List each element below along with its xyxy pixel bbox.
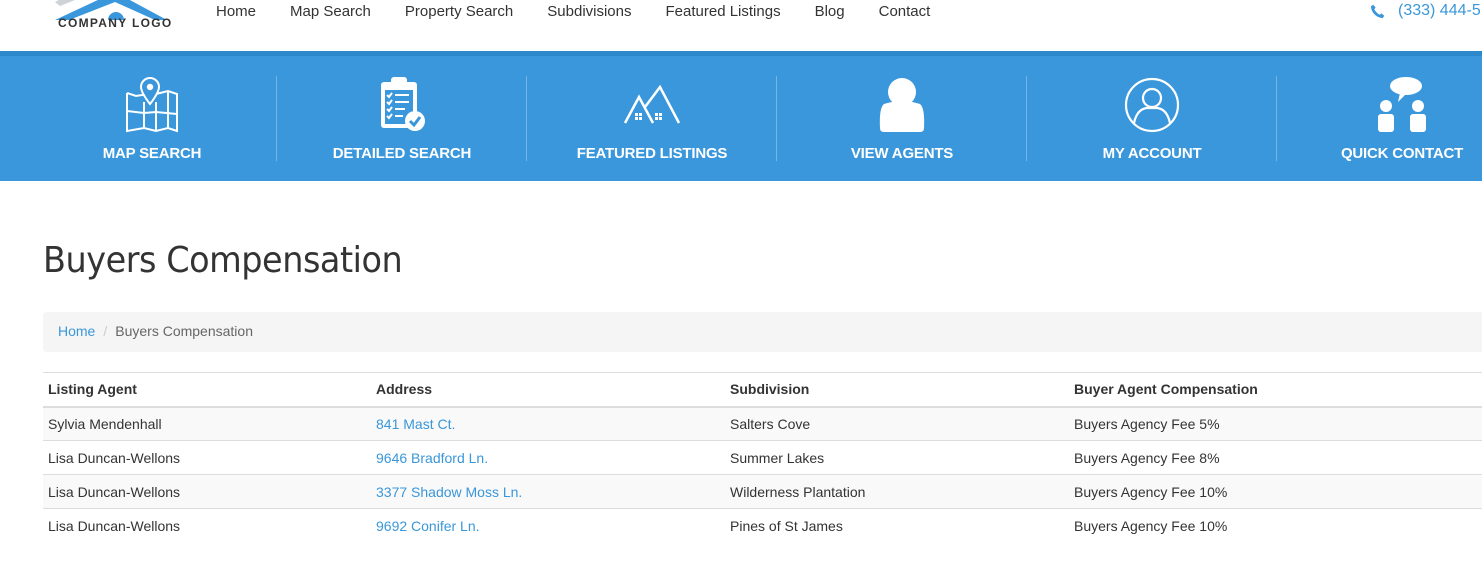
nav-home[interactable]: Home: [216, 3, 256, 21]
map-pin-icon: [126, 76, 178, 133]
quick-link-my-account[interactable]: MY ACCOUNT: [1027, 56, 1277, 181]
nav-subdivisions[interactable]: Subdivisions: [547, 3, 631, 21]
user-circle-icon: [1124, 77, 1180, 133]
table-row: Lisa Duncan-Wellons 3377 Shadow Moss Ln.…: [43, 474, 1482, 509]
clipboard-check-icon: [381, 77, 425, 131]
quick-link-featured-listings[interactable]: FEATURED LISTINGS: [527, 56, 777, 181]
column-header-compensation: Buyer Agent Compensation: [1069, 372, 1482, 408]
cell-compensation: Buyers Agency Fee 10%: [1069, 474, 1482, 509]
quick-link-label: FEATURED LISTINGS: [576, 145, 728, 162]
quick-link-detailed-search[interactable]: DETAILED SEARCH: [277, 56, 527, 181]
nav-map-search[interactable]: Map Search: [290, 3, 371, 21]
cell-address: 9692 Conifer Ln.: [371, 508, 725, 543]
chat-people-icon: [1378, 77, 1426, 132]
breadcrumb: Home / Buyers Compensation: [43, 312, 1482, 352]
quick-link-label: MAP SEARCH: [102, 145, 202, 162]
nav-contact[interactable]: Contact: [879, 3, 931, 21]
cell-address: 841 Mast Ct.: [371, 406, 725, 441]
nav-property-search[interactable]: Property Search: [405, 3, 513, 21]
page-title: Buyers Compensation: [43, 240, 403, 281]
quick-link-label: MY ACCOUNT: [1102, 145, 1202, 162]
cell-subdivision: Pines of St James: [725, 508, 1069, 543]
quick-link-label: VIEW AGENTS: [850, 145, 954, 162]
breadcrumb-home[interactable]: Home: [58, 323, 95, 341]
phone-icon: [1370, 4, 1385, 18]
compensation-table: Listing Agent Address Subdivision Buyer …: [43, 372, 1482, 543]
person-icon: [879, 78, 925, 132]
table-row: Sylvia Mendenhall 841 Mast Ct. Salters C…: [43, 406, 1482, 441]
quick-links-band: MAP SEARCH DETAILED SEARCH FEATURED LIST…: [0, 51, 1482, 181]
address-link[interactable]: 841 Mast Ct.: [376, 416, 455, 432]
cell-subdivision: Salters Cove: [725, 406, 1069, 441]
column-header-address: Address: [371, 372, 725, 408]
quick-link-label: QUICK CONTACT: [1340, 145, 1464, 162]
nav-blog[interactable]: Blog: [815, 3, 845, 21]
quick-link-quick-contact[interactable]: QUICK CONTACT: [1277, 56, 1482, 181]
column-header-listing-agent: Listing Agent: [43, 372, 371, 408]
nav-featured-listings[interactable]: Featured Listings: [666, 3, 781, 21]
quick-link-view-agents[interactable]: VIEW AGENTS: [777, 56, 1027, 181]
cell-agent: Lisa Duncan-Wellons: [43, 440, 371, 475]
cell-subdivision: Wilderness Plantation: [725, 474, 1069, 509]
cell-compensation: Buyers Agency Fee 5%: [1069, 406, 1482, 441]
houses-icon: [623, 85, 681, 124]
breadcrumb-separator: /: [103, 323, 108, 339]
cell-address: 9646 Bradford Ln.: [371, 440, 725, 475]
table-row: Lisa Duncan-Wellons 9646 Bradford Ln. Su…: [43, 440, 1482, 475]
cell-address: 3377 Shadow Moss Ln.: [371, 474, 725, 509]
company-logo[interactable]: COMPANY LOGO: [55, 0, 175, 40]
site-header: COMPANY LOGO Home Map Search Property Se…: [0, 0, 1482, 51]
cell-subdivision: Summer Lakes: [725, 440, 1069, 475]
cell-compensation: Buyers Agency Fee 8%: [1069, 440, 1482, 475]
cell-agent: Sylvia Mendenhall: [43, 406, 371, 441]
address-link[interactable]: 3377 Shadow Moss Ln.: [376, 484, 522, 500]
cell-compensation: Buyers Agency Fee 10%: [1069, 508, 1482, 543]
table-header-row: Listing Agent Address Subdivision Buyer …: [43, 372, 1482, 408]
breadcrumb-current: Buyers Compensation: [115, 323, 253, 339]
quick-link-map-search[interactable]: MAP SEARCH: [27, 56, 277, 181]
address-link[interactable]: 9692 Conifer Ln.: [376, 518, 480, 534]
table-row: Lisa Duncan-Wellons 9692 Conifer Ln. Pin…: [43, 508, 1482, 543]
cell-agent: Lisa Duncan-Wellons: [43, 474, 371, 509]
phone-link[interactable]: (333) 444-5: [1370, 2, 1481, 20]
address-link[interactable]: 9646 Bradford Ln.: [376, 450, 488, 466]
cell-agent: Lisa Duncan-Wellons: [43, 508, 371, 543]
phone-number: (333) 444-5: [1398, 2, 1481, 19]
quick-link-label: DETAILED SEARCH: [332, 145, 472, 162]
logo-text: COMPANY LOGO: [58, 16, 173, 30]
column-header-subdivision: Subdivision: [725, 372, 1069, 408]
main-nav: Home Map Search Property Search Subdivis…: [216, 3, 964, 21]
